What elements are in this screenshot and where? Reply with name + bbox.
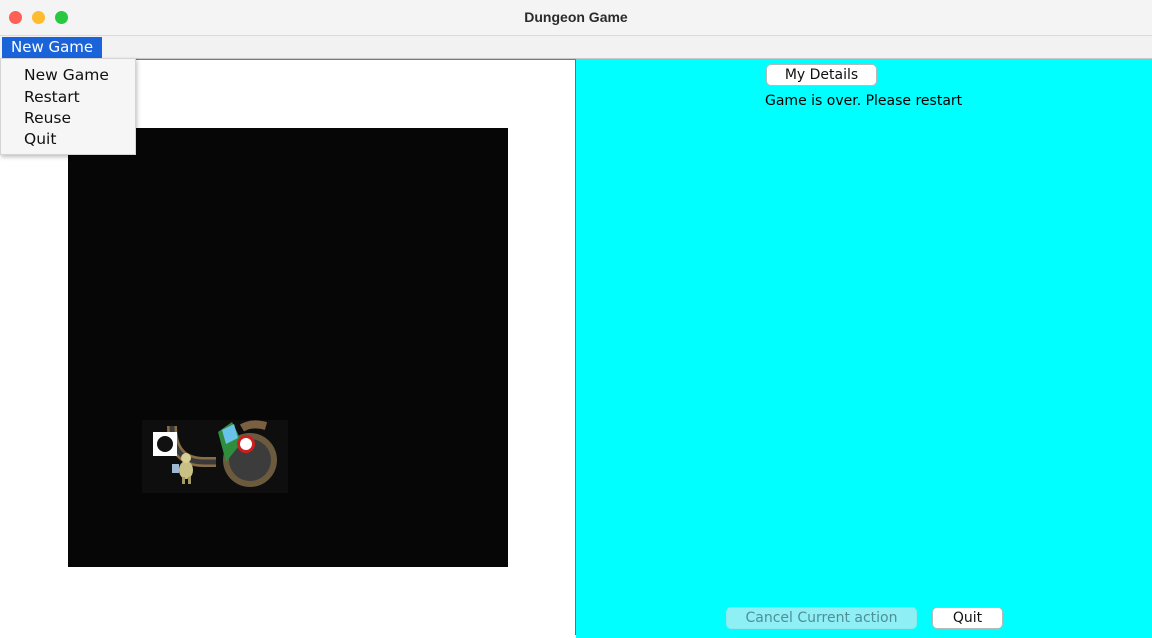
new-game-menu-dropdown: New Game Restart Reuse Quit: [0, 58, 136, 155]
menu-item-reuse[interactable]: Reuse: [1, 108, 135, 129]
menu-item-quit[interactable]: Quit: [1, 129, 135, 155]
player-icon: [172, 453, 193, 484]
game-status-text: Game is over. Please restart: [765, 93, 963, 109]
pit-icon: [153, 432, 177, 456]
arrow-sign-icon: [237, 435, 255, 453]
window-title: Dungeon Game: [524, 9, 628, 25]
menu-item-hover-highlight: [69, 129, 135, 155]
explored-tiles: [153, 420, 277, 487]
window-titlebar: Dungeon Game: [0, 0, 1152, 36]
dungeon-board[interactable]: [68, 128, 508, 567]
menubar: New Game: [0, 36, 1152, 59]
my-details-button[interactable]: My Details: [766, 64, 877, 86]
info-panel: My Details Game is over. Please restart …: [576, 59, 1152, 638]
cancel-current-action-button[interactable]: Cancel Current action: [726, 607, 917, 629]
menu-item-quit-label: Quit: [24, 130, 57, 148]
quit-button[interactable]: Quit: [932, 607, 1003, 629]
menu-item-restart[interactable]: Restart: [1, 87, 135, 108]
explored-region: [142, 420, 288, 493]
menu-new-game[interactable]: New Game: [2, 37, 103, 58]
menu-item-new-game[interactable]: New Game: [1, 65, 135, 86]
